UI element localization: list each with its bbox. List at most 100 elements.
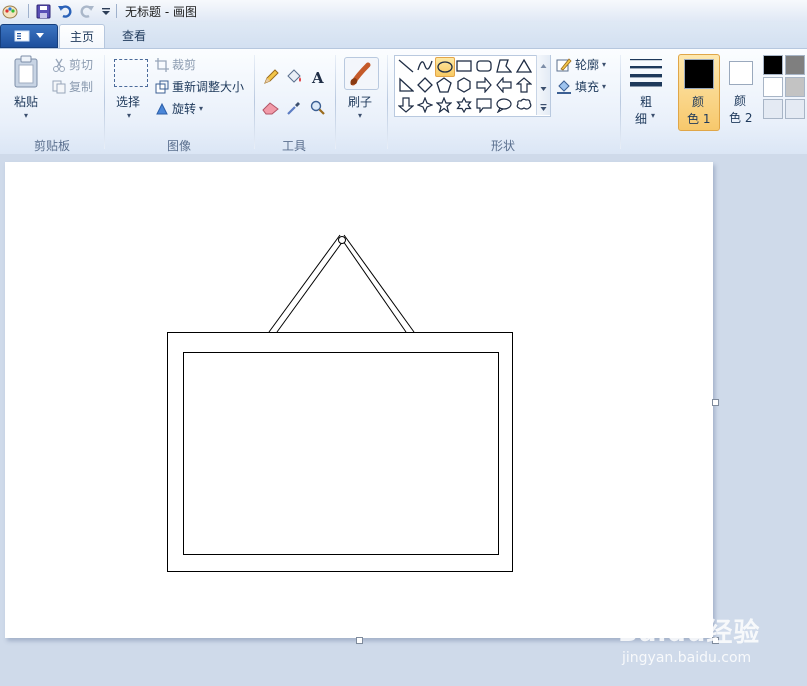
palette-color-white[interactable] [763, 77, 783, 97]
hanging-string [268, 234, 415, 333]
expand-gallery-icon [540, 107, 547, 111]
fill-label: 填充 [575, 80, 600, 94]
group-divider [335, 55, 336, 149]
rect-callout-shape-icon[interactable] [475, 96, 493, 114]
up-arrow-shape-icon[interactable] [515, 76, 533, 94]
watermark-url: jingyan.baidu.com [622, 650, 752, 666]
four-point-star-shape-icon[interactable] [416, 96, 434, 114]
clipboard-group-label: 剪贴板 [34, 139, 71, 153]
cut-label: 剪切 [69, 58, 94, 72]
tab-view[interactable]: 查看 [112, 24, 156, 48]
size-dropdown-icon[interactable]: ▾ [651, 111, 655, 120]
copy-label: 复制 [69, 80, 94, 94]
group-divider [387, 55, 388, 149]
palette-color-black[interactable] [763, 55, 783, 75]
diamond-shape-icon[interactable] [416, 76, 434, 94]
resize-button[interactable]: 重新调整大小 [155, 78, 244, 95]
color-picker-icon[interactable] [284, 98, 304, 118]
undo-icon[interactable] [56, 2, 74, 20]
color2-label-line1: 颜 [734, 94, 747, 108]
group-divider [254, 55, 255, 149]
select-dropdown-icon[interactable]: ▾ [127, 111, 131, 120]
resize-icon [155, 80, 169, 93]
chevron-down-icon [36, 33, 44, 38]
hexagon-shape-icon[interactable] [455, 76, 473, 94]
rotate-button[interactable]: 旋转 ▾ [155, 100, 203, 117]
size-button[interactable] [630, 57, 662, 87]
ribbon-tab-row: 主页 查看 [0, 22, 807, 49]
palette-color-light-gray[interactable] [785, 77, 805, 97]
fill-bucket-icon [557, 79, 571, 94]
brushes-button[interactable] [344, 57, 379, 90]
down-arrow-shape-icon[interactable] [397, 96, 415, 114]
color1-button[interactable]: 颜 色 1 [678, 54, 720, 131]
outline-dropdown-icon[interactable]: ▾ [602, 60, 606, 69]
line-shape-icon[interactable] [397, 57, 415, 75]
palette-custom-slot[interactable] [785, 99, 805, 119]
toolbar-divider [28, 4, 29, 18]
paste-button[interactable] [12, 55, 42, 88]
palette-color-gray[interactable] [785, 55, 805, 75]
group-divider [104, 55, 105, 149]
customize-toolbar-icon[interactable] [97, 2, 115, 20]
five-point-star-shape-icon[interactable] [435, 96, 453, 114]
rotate-dropdown-icon[interactable]: ▾ [199, 104, 203, 113]
select-label[interactable]: 选择 [116, 93, 140, 110]
magnifier-icon[interactable] [308, 98, 328, 118]
fill-icon[interactable] [284, 67, 304, 87]
pentagon-shape-icon[interactable] [435, 76, 453, 94]
tab-home[interactable]: 主页 [59, 24, 106, 49]
svg-text:A: A [311, 69, 324, 85]
image-group-label: 图像 [167, 139, 192, 153]
resize-label: 重新调整大小 [172, 80, 245, 94]
inner-frame [183, 352, 499, 555]
polygon-shape-icon[interactable] [495, 57, 513, 75]
brush-icon [350, 62, 370, 85]
copy-button[interactable]: 复制 [52, 78, 93, 95]
size-label-line2[interactable]: 细 [635, 110, 647, 127]
rotate-icon [156, 102, 168, 114]
outline-button[interactable]: 轮廓 ▾ [556, 56, 606, 73]
select-button[interactable] [114, 59, 148, 87]
resize-handle-right[interactable] [712, 399, 719, 406]
title-bar: 无标题 - 画图 [0, 0, 807, 23]
crop-button[interactable]: 裁剪 [155, 56, 196, 73]
eraser-icon[interactable] [261, 98, 281, 118]
paint-menu-button[interactable] [0, 24, 58, 48]
left-arrow-shape-icon[interactable] [495, 76, 513, 94]
pencil-icon[interactable] [261, 67, 281, 87]
paste-label[interactable]: 粘贴 [14, 93, 38, 110]
oval-callout-shape-icon[interactable] [495, 96, 513, 114]
six-point-star-shape-icon[interactable] [455, 96, 473, 114]
fill-shape-button[interactable]: 填充 ▾ [556, 78, 606, 95]
text-icon[interactable]: A [308, 67, 328, 87]
brushes-label[interactable]: 刷子 [348, 93, 372, 110]
resize-handle-bottom[interactable] [356, 637, 363, 644]
clipboard-icon [14, 55, 38, 88]
triangle-shape-icon[interactable] [515, 57, 533, 75]
drawing-canvas[interactable] [5, 162, 713, 638]
right-arrow-shape-icon[interactable] [475, 76, 493, 94]
oval-shape-icon[interactable] [435, 57, 455, 77]
cut-button[interactable]: 剪切 [52, 56, 93, 73]
right-triangle-shape-icon[interactable] [397, 76, 415, 94]
cloud-callout-shape-icon[interactable] [515, 96, 533, 114]
copy-icon [52, 80, 66, 93]
ribbon: 粘贴 ▾ 剪切 复制 剪贴板 选择 ▾ 裁剪 重新调整大小 旋转 ▾ 图像 A [0, 48, 807, 155]
color2-button[interactable]: 颜 色 2 [724, 54, 760, 129]
rectangle-shape-icon[interactable] [455, 57, 473, 75]
fill-dropdown-icon[interactable]: ▾ [602, 82, 606, 91]
paint-app-icon[interactable] [1, 2, 19, 20]
rounded-rectangle-shape-icon[interactable] [475, 57, 493, 75]
palette-custom-slot[interactable] [763, 99, 783, 119]
save-icon[interactable] [34, 2, 52, 20]
crop-icon [155, 57, 169, 72]
redo-icon[interactable] [78, 2, 96, 20]
shapes-gallery-scrollbar[interactable] [536, 55, 550, 115]
curve-shape-icon[interactable] [416, 57, 434, 75]
paste-dropdown-icon[interactable]: ▾ [24, 111, 28, 120]
shapes-gallery [394, 55, 551, 117]
hanging-frame-drawing [167, 234, 513, 572]
brushes-dropdown-icon[interactable]: ▾ [358, 111, 362, 120]
size-label-line1[interactable]: 粗 [640, 93, 652, 110]
